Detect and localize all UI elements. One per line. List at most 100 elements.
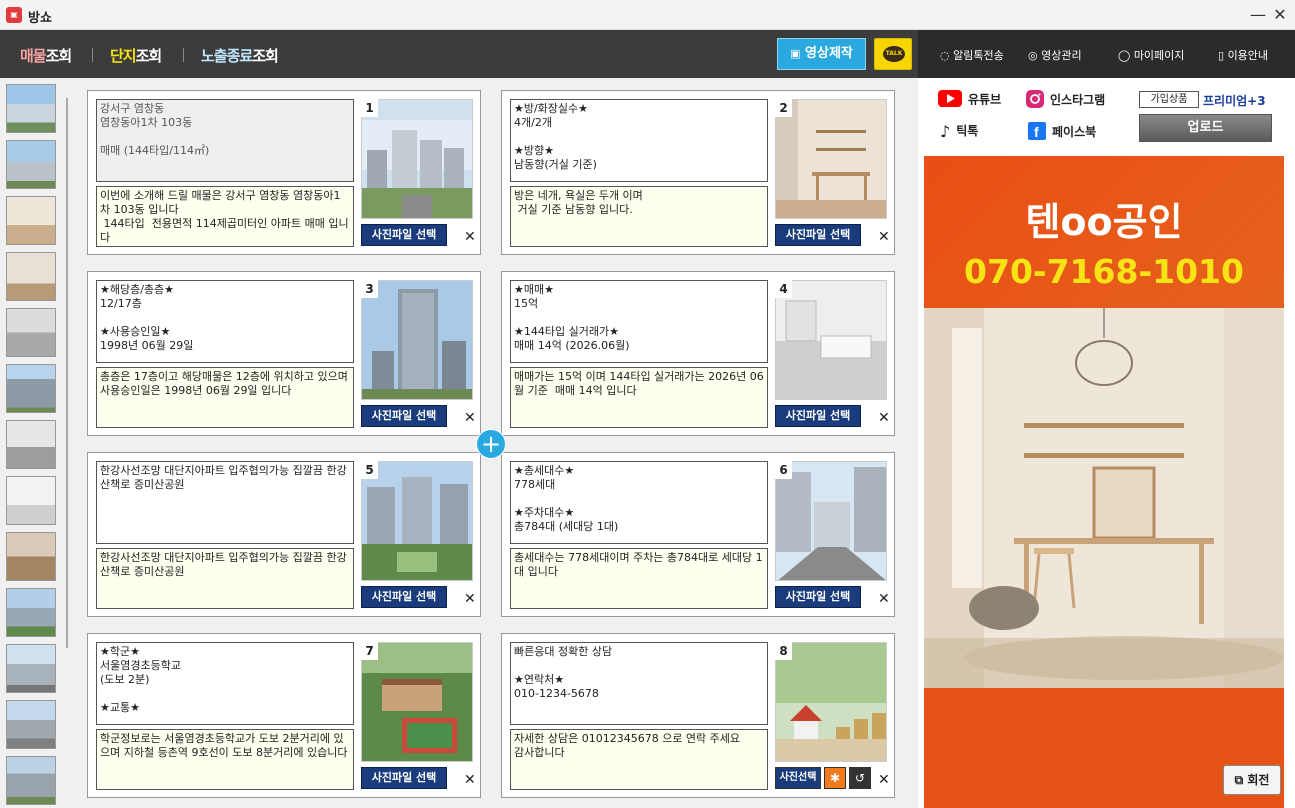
scene-photo[interactable] bbox=[775, 280, 887, 400]
delete-scene-button[interactable]: ✕ bbox=[878, 410, 890, 426]
select-photo-button[interactable]: 사진선택 bbox=[775, 767, 821, 789]
undo-icon[interactable]: ↺ bbox=[849, 767, 871, 789]
tiktok-link[interactable]: ♪ 틱톡 bbox=[940, 122, 978, 141]
instagram-link[interactable]: 인스타그램 bbox=[1026, 90, 1105, 111]
delete-scene-button[interactable]: ✕ bbox=[464, 410, 476, 426]
settings-gear-icon[interactable]: ✱ bbox=[824, 767, 846, 789]
add-scene-button[interactable]: + bbox=[476, 429, 506, 459]
poster-phone: 070-7168-1010 bbox=[964, 252, 1244, 291]
scene-photo[interactable] bbox=[775, 461, 887, 581]
title-bar: ▣ 방쇼 — ✕ bbox=[0, 0, 1295, 30]
scene-number: 3 bbox=[361, 280, 378, 298]
scene-text-top[interactable]: ★매매★ 15억 ★144타입 실거래가★ 매매 14억 (2026.06월) bbox=[510, 280, 768, 363]
scene-card-7: ★학군★ 서울염경초등학교 (도보 2분) ★교통★ 학군정보로는 서울염경초등… bbox=[87, 633, 481, 798]
nav-expired-search[interactable]: 노출종료조회 bbox=[201, 45, 279, 66]
select-photo-button[interactable]: 사진파일 선택 bbox=[361, 767, 447, 789]
talk-icon: TALK bbox=[883, 46, 905, 62]
video-manage-link[interactable]: ◎ 영상관리 bbox=[1028, 47, 1082, 63]
scene-narration[interactable]: 이번에 소개해 드릴 매물은 강서구 염창동 염창동아1차 103동 입니다 1… bbox=[96, 186, 354, 247]
minimize-button[interactable]: — bbox=[1248, 5, 1268, 25]
guide-link[interactable]: ▯ 이용안내 bbox=[1218, 47, 1268, 63]
scrollbar[interactable] bbox=[66, 98, 68, 648]
delete-scene-button[interactable]: ✕ bbox=[464, 229, 476, 245]
scene-photo[interactable] bbox=[361, 99, 473, 219]
thumbnail[interactable] bbox=[6, 532, 56, 581]
film-icon: ▣ bbox=[790, 47, 801, 60]
create-video-button[interactable]: ▣ 영상제작 bbox=[777, 38, 866, 70]
scene-narration[interactable]: 한강사선조망 대단지아파트 입주협의가능 집깔끔 한강산책로 증미산공원 bbox=[96, 548, 354, 609]
scene-text-top[interactable]: ★학군★ 서울염경초등학교 (도보 2분) ★교통★ bbox=[96, 642, 354, 725]
svg-text:f: f bbox=[1034, 124, 1039, 140]
nav-divider bbox=[92, 48, 93, 62]
thumbnail[interactable] bbox=[6, 420, 56, 469]
scene-text-top[interactable]: 빠른응대 정확한 상담 ★연락처★ 010-1234-5678 bbox=[510, 642, 768, 725]
scene-number: 5 bbox=[361, 461, 378, 479]
notify-talk-link[interactable]: ◌ 알림톡전송 bbox=[940, 47, 1004, 63]
video-preview: 텐oo공인 070-7168-1010 bbox=[924, 156, 1284, 808]
scene-text-top[interactable]: ★총세대수★ 778세대 ★주차대수★ 총784대 (세대당 1대) bbox=[510, 461, 768, 544]
instagram-icon bbox=[1026, 90, 1044, 111]
scene-photo[interactable] bbox=[361, 642, 473, 762]
thumbnail[interactable] bbox=[6, 84, 56, 133]
thumbnail[interactable] bbox=[6, 476, 56, 525]
app-logo-icon: ▣ bbox=[6, 7, 22, 23]
scene-photo[interactable] bbox=[775, 99, 887, 219]
thumbnail[interactable] bbox=[6, 756, 56, 805]
thumbnail[interactable] bbox=[6, 308, 56, 357]
scene-card-5: 한강사선조망 대단지아파트 입주협의가능 집깔끔 한강산책로 증미산공원 한강사… bbox=[87, 452, 481, 617]
delete-scene-button[interactable]: ✕ bbox=[878, 229, 890, 245]
kakao-talk-button[interactable]: TALK bbox=[874, 38, 912, 70]
upload-button[interactable]: 업로드 bbox=[1139, 114, 1272, 142]
poster-room-image bbox=[924, 308, 1284, 688]
poster-agency-name: 텐oo공인 bbox=[1025, 200, 1183, 244]
select-photo-button[interactable]: 사진파일 선택 bbox=[775, 586, 861, 608]
scene-photo[interactable] bbox=[775, 642, 887, 762]
scene-text-top[interactable]: 강서구 염창동 염창동아1차 103동 매매 (144타입/114㎡) bbox=[96, 99, 354, 182]
chat-icon: ◌ bbox=[940, 49, 950, 62]
scene-narration[interactable]: 방은 네개, 욕실은 두개 이며 거실 기준 남동향 입니다. bbox=[510, 186, 768, 247]
rotate-button[interactable]: ⧉ 회전 bbox=[1223, 765, 1281, 795]
delete-scene-button[interactable]: ✕ bbox=[464, 591, 476, 607]
thumbnail[interactable] bbox=[6, 140, 56, 189]
scene-card-2: ★방/화장실수★ 4개/2개 ★방향★ 남동향(거실 기준) 방은 네개, 욕실… bbox=[501, 90, 895, 255]
select-photo-button[interactable]: 사진파일 선택 bbox=[361, 224, 447, 246]
facebook-link[interactable]: f 페이스북 bbox=[1028, 122, 1096, 143]
nav-listing-search[interactable]: 매물조회 bbox=[20, 45, 72, 66]
select-photo-button[interactable]: 사진파일 선택 bbox=[775, 405, 861, 427]
thumbnail[interactable] bbox=[6, 364, 56, 413]
select-photo-button[interactable]: 사진파일 선택 bbox=[361, 405, 447, 427]
nav-complex-search[interactable]: 단지조회 bbox=[110, 45, 162, 66]
delete-scene-button[interactable]: ✕ bbox=[878, 772, 890, 788]
select-photo-button[interactable]: 사진파일 선택 bbox=[361, 586, 447, 608]
scene-text-top[interactable]: 한강사선조망 대단지아파트 입주협의가능 집깔끔 한강산책로 증미산공원 bbox=[96, 461, 354, 544]
scene-narration[interactable]: 자세한 상담은 01012345678 으로 연락 주세요 감사합니다 bbox=[510, 729, 768, 790]
app-title: 방쇼 bbox=[28, 11, 52, 26]
scene-narration[interactable]: 매매가는 15억 이며 144타입 실거래가는 2026년 06월 기준 매매 … bbox=[510, 367, 768, 428]
close-window-button[interactable]: ✕ bbox=[1270, 5, 1290, 25]
card-grid: 강서구 염창동 염창동아1차 103동 매매 (144타입/114㎡) 이번에 … bbox=[70, 78, 918, 808]
my-page-link[interactable]: ◯ 마이페이지 bbox=[1118, 47, 1184, 63]
delete-scene-button[interactable]: ✕ bbox=[464, 772, 476, 788]
thumbnail[interactable] bbox=[6, 196, 56, 245]
thumbnail[interactable] bbox=[6, 252, 56, 301]
side-panel: 유튜브 인스타그램 ♪ 틱톡 f 페이스북 가입상품 프리미엄+3 업로드 텐oo공… bbox=[918, 78, 1295, 808]
rotate-icon: ⧉ bbox=[1234, 773, 1244, 787]
youtube-icon bbox=[938, 90, 962, 110]
thumbnail[interactable] bbox=[6, 700, 56, 749]
youtube-link[interactable]: 유튜브 bbox=[938, 90, 1001, 110]
scene-narration[interactable]: 총세대수는 778세대이며 주차는 총784대로 세대당 1대 입니다 bbox=[510, 548, 768, 609]
scene-text-top[interactable]: ★해당층/총층★ 12/17층 ★사용승인일★ 1998년 06월 29일 bbox=[96, 280, 354, 363]
scene-number: 1 bbox=[361, 99, 378, 117]
scene-photo[interactable] bbox=[361, 280, 473, 400]
thumbnail[interactable] bbox=[6, 588, 56, 637]
select-photo-button[interactable]: 사진파일 선택 bbox=[775, 224, 861, 246]
thumbnail[interactable] bbox=[6, 644, 56, 693]
scene-narration[interactable]: 총층은 17층이고 해당매물은 12층에 위치하고 있으며 사용승인일은 199… bbox=[96, 367, 354, 428]
settings-icon: ◎ bbox=[1028, 49, 1038, 62]
nav-divider bbox=[183, 48, 184, 62]
user-icon: ◯ bbox=[1118, 49, 1131, 62]
scene-photo[interactable] bbox=[361, 461, 473, 581]
scene-narration[interactable]: 학군정보로는 서울염경초등학교가 도보 2분거리에 있으며 지하철 등촌역 9호… bbox=[96, 729, 354, 790]
scene-text-top[interactable]: ★방/화장실수★ 4개/2개 ★방향★ 남동향(거실 기준) bbox=[510, 99, 768, 182]
delete-scene-button[interactable]: ✕ bbox=[878, 591, 890, 607]
